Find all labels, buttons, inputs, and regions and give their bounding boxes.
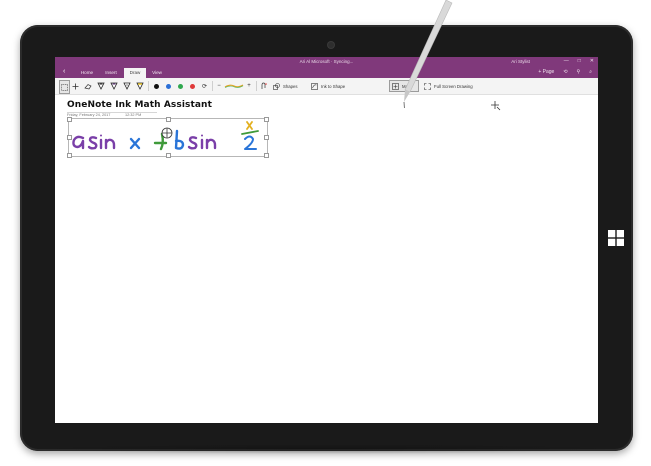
pen-black-icon[interactable] xyxy=(96,80,106,92)
color-red-swatch[interactable] xyxy=(188,80,197,92)
ribbon-separator xyxy=(256,81,257,91)
color-black-swatch[interactable] xyxy=(152,80,161,92)
ink-to-shape-label: Ink to Shape xyxy=(321,83,346,89)
tab-row-actions: + Page ⟲ ⚲ ⌕ xyxy=(538,69,592,75)
lasso-select-icon[interactable] xyxy=(59,80,70,94)
front-camera xyxy=(328,42,334,48)
title-bar: Ari Al Microsoft · Syncing... Ari Stylis… xyxy=(55,57,598,67)
back-arrow-icon[interactable]: ‹ xyxy=(63,68,65,75)
shapes-button[interactable]: Shapes xyxy=(273,80,303,92)
ink-to-shape-button[interactable]: Ink to Shape xyxy=(311,80,357,92)
maximize-button[interactable]: □ xyxy=(578,58,581,64)
undo-icon[interactable]: ⟲ xyxy=(563,69,567,75)
crosshair-cursor-icon xyxy=(491,101,501,113)
close-button[interactable]: ✕ xyxy=(590,58,594,64)
tab-view[interactable]: View xyxy=(147,68,167,78)
share-icon[interactable]: ⚲ xyxy=(577,69,581,75)
touch-draw-icon[interactable] xyxy=(259,80,269,92)
color-dot xyxy=(190,83,195,89)
ink-to-shape-icon xyxy=(311,82,318,90)
stroke-preview-icon xyxy=(224,80,244,92)
tab-home[interactable]: Home xyxy=(76,68,98,78)
minimize-button[interactable]: — xyxy=(564,58,569,64)
color-picker-icon[interactable]: ⟳ xyxy=(200,80,209,92)
device-shadow xyxy=(26,444,626,454)
shapes-label: Shapes xyxy=(283,83,298,89)
windows-logo-icon[interactable] xyxy=(608,230,624,246)
color-dot xyxy=(154,83,159,89)
page-time: 12:32 PM xyxy=(125,113,142,117)
add-page-button[interactable]: + Page xyxy=(538,69,554,75)
color-dot xyxy=(178,83,183,89)
ink-selection-box[interactable] xyxy=(67,117,269,158)
color-green-swatch[interactable] xyxy=(176,80,185,92)
move-cursor-icon xyxy=(161,127,173,139)
color-dot xyxy=(166,83,171,89)
pencil-icon[interactable] xyxy=(122,80,132,92)
ribbon-tab-row: ‹ Home Insert Draw View + Page ⟲ ⚲ ⌕ xyxy=(55,67,598,78)
app-screen: Ari Al Microsoft · Syncing... Ari Stylis… xyxy=(55,57,598,423)
page-title[interactable]: OneNote Ink Math Assistant xyxy=(67,100,212,110)
tab-insert[interactable]: Insert xyxy=(100,68,122,78)
ribbon-separator xyxy=(212,81,213,91)
ribbon-separator xyxy=(148,81,149,91)
pen-dark-icon[interactable] xyxy=(109,80,119,92)
shapes-icon xyxy=(273,82,280,90)
math-icon xyxy=(392,82,399,90)
tab-draw[interactable]: Draw xyxy=(124,68,146,78)
window-controls: — □ ✕ xyxy=(564,58,594,64)
signed-in-user[interactable]: Ari Stylist xyxy=(511,59,530,64)
eraser-icon[interactable] xyxy=(83,80,93,92)
draw-ribbon: ⟳ − + Shapes Ink to Shape Math Full Scre… xyxy=(55,78,598,95)
highlighter-icon[interactable] xyxy=(135,80,145,92)
add-space-icon[interactable] xyxy=(71,80,80,92)
surface-pen-icon xyxy=(403,0,453,109)
thickness-increase-icon[interactable]: + xyxy=(245,80,253,92)
color-blue-swatch[interactable] xyxy=(164,80,173,92)
page-date: Friday, February 24, 2017 xyxy=(67,113,111,117)
thickness-decrease-icon[interactable]: − xyxy=(215,80,223,92)
account-icon[interactable]: ⌕ xyxy=(589,69,592,75)
